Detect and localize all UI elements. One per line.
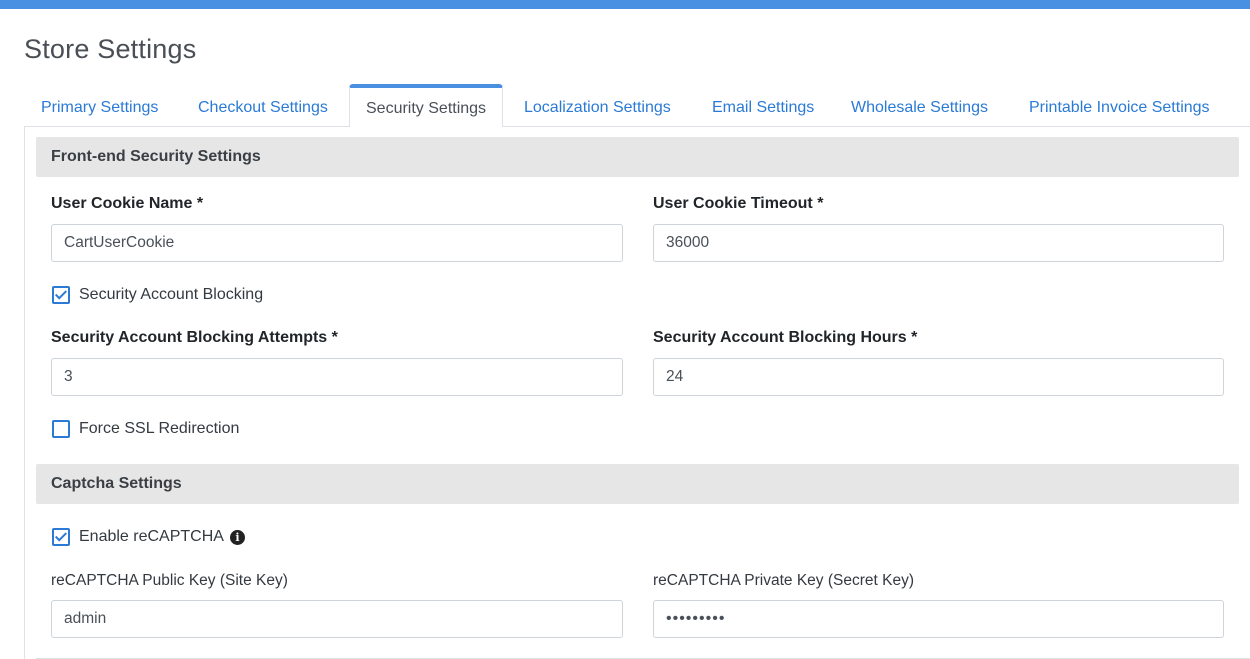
cookie-name-input[interactable] [51, 224, 623, 262]
blocking-attempts-label: Security Account Blocking Attempts * [51, 329, 338, 346]
info-circle-icon[interactable]: i [229, 529, 245, 545]
blocking-attempts-input[interactable] [51, 358, 623, 396]
account-blocking-checkbox-row[interactable]: Security Account Blocking [52, 284, 263, 306]
top-accent-bar [0, 0, 1250, 9]
frontend-security-section-header: Front-end Security Settings [36, 137, 1239, 177]
account-blocking-label: Security Account Blocking [79, 286, 264, 303]
force-ssl-label: Force SSL Redirection [79, 420, 240, 437]
cookie-timeout-label: User Cookie Timeout * [653, 195, 824, 212]
tab-checkout-settings[interactable]: Checkout Settings [182, 84, 344, 126]
cookie-timeout-input[interactable] [653, 224, 1224, 262]
section-title: Captcha Settings [51, 475, 182, 492]
blocking-hours-label: Security Account Blocking Hours * [653, 329, 918, 346]
settings-tabs: Primary Settings Checkout Settings Secur… [24, 84, 1250, 127]
tab-localization-settings[interactable]: Localization Settings [508, 84, 687, 126]
captcha-section-header: Captcha Settings [36, 464, 1239, 504]
force-ssl-checkbox-row[interactable]: Force SSL Redirection [52, 418, 239, 440]
enable-recaptcha-checkbox[interactable] [52, 528, 70, 546]
tab-email-settings[interactable]: Email Settings [696, 84, 830, 126]
tab-wholesale-settings[interactable]: Wholesale Settings [835, 84, 1004, 126]
account-blocking-checkbox[interactable] [52, 286, 70, 304]
enable-recaptcha-label: Enable reCAPTCHA [79, 528, 224, 545]
force-ssl-checkbox[interactable] [52, 420, 70, 438]
page-title: Store Settings [24, 34, 197, 64]
public-key-input[interactable] [51, 600, 623, 638]
private-key-label: reCAPTCHA Private Key (Secret Key) [653, 572, 914, 589]
public-key-label: reCAPTCHA Public Key (Site Key) [51, 572, 288, 589]
blocking-hours-input[interactable] [653, 358, 1224, 396]
enable-recaptcha-checkbox-row[interactable]: Enable reCAPTCHA i [52, 526, 245, 548]
cookie-name-label: User Cookie Name * [51, 195, 204, 212]
tab-primary-settings[interactable]: Primary Settings [25, 84, 174, 126]
private-key-input[interactable] [653, 600, 1224, 638]
tab-printable-invoice-settings[interactable]: Printable Invoice Settings [1013, 84, 1226, 126]
section-title: Front-end Security Settings [51, 148, 261, 165]
tab-security-settings[interactable]: Security Settings [349, 84, 504, 127]
